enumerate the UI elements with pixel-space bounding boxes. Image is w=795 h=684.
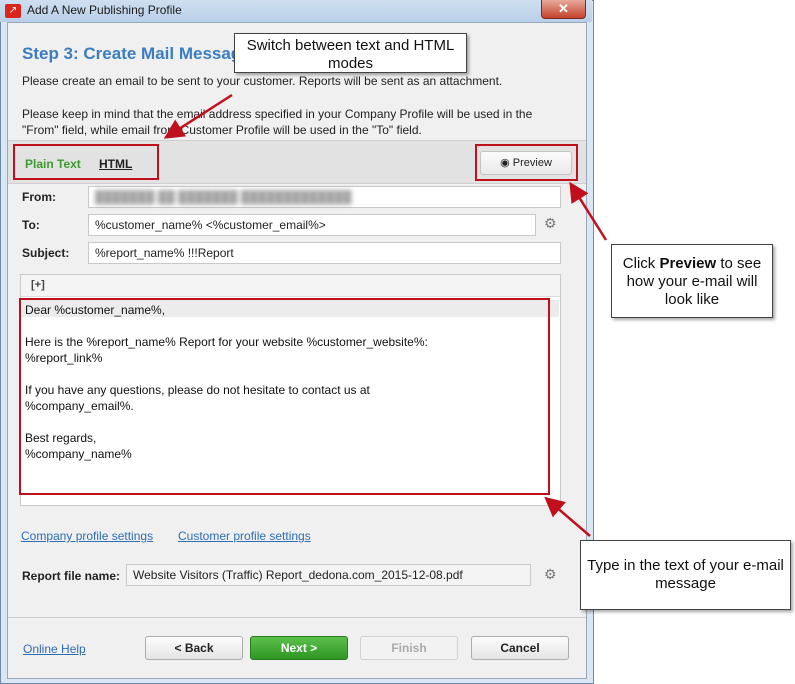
callout-preview-pre: Click	[622, 255, 660, 272]
callout-preview: Click Preview to see how your e-mail wil…	[611, 244, 773, 318]
arrow-preview	[569, 181, 608, 241]
callout-body: Type in the text of your e-mail message	[580, 540, 791, 610]
arrow-modes	[163, 93, 233, 139]
callout-modes: Switch between text and HTML modes	[234, 33, 467, 73]
callout-preview-bold: Preview	[659, 255, 717, 272]
arrow-body	[544, 496, 591, 537]
